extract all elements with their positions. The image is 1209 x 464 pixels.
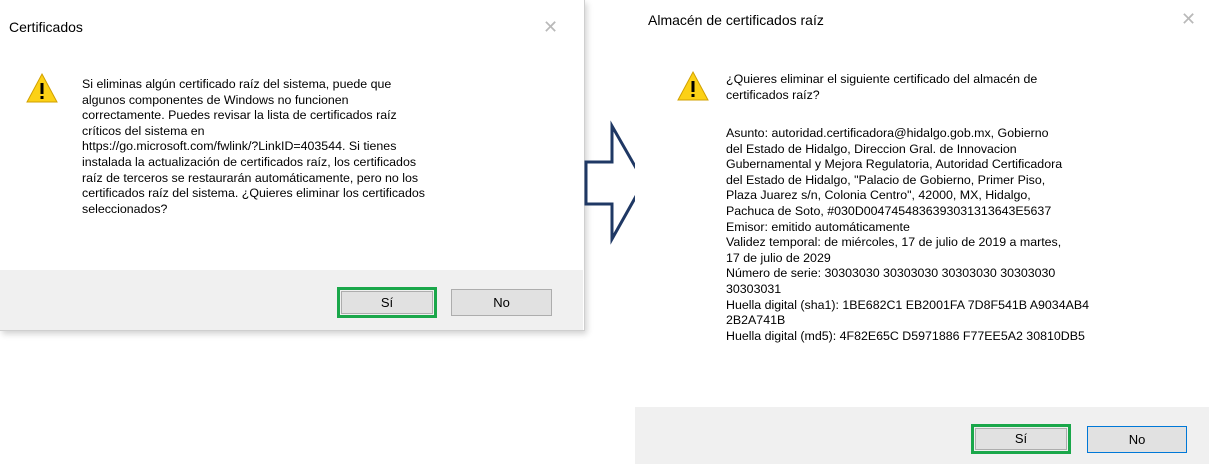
close-icon[interactable]: ✕	[1181, 11, 1196, 29]
no-button[interactable]: No	[451, 289, 552, 316]
almacen-certificados-dialog: Almacén de certificados raíz ✕ ¿Quieres …	[635, 0, 1209, 464]
certificate-details: Asunto: autoridad.certificadora@hidalgo.…	[726, 126, 1090, 343]
dialog-title: Almacén de certificados raíz	[648, 12, 824, 28]
no-button-label: No	[1128, 432, 1146, 447]
dialog-title: Certificados	[9, 19, 83, 35]
dialog-question: ¿Quieres eliminar el siguiente certifica…	[726, 72, 1038, 102]
yes-button-label: Sí	[1014, 431, 1028, 446]
no-button[interactable]: No	[1087, 426, 1187, 453]
yes-button-label: Sí	[380, 295, 394, 310]
certificados-dialog: Certificados ✕ Si eliminas algún certifi…	[0, 0, 585, 331]
no-button-label: No	[493, 295, 510, 310]
yes-button[interactable]: Sí	[975, 428, 1067, 450]
warning-icon	[677, 70, 709, 101]
dialog-message: Si eliminas algún certificado raíz del s…	[82, 77, 425, 216]
warning-icon	[26, 72, 58, 103]
close-icon[interactable]: ✕	[543, 19, 558, 37]
yes-button[interactable]: Sí	[341, 291, 433, 314]
